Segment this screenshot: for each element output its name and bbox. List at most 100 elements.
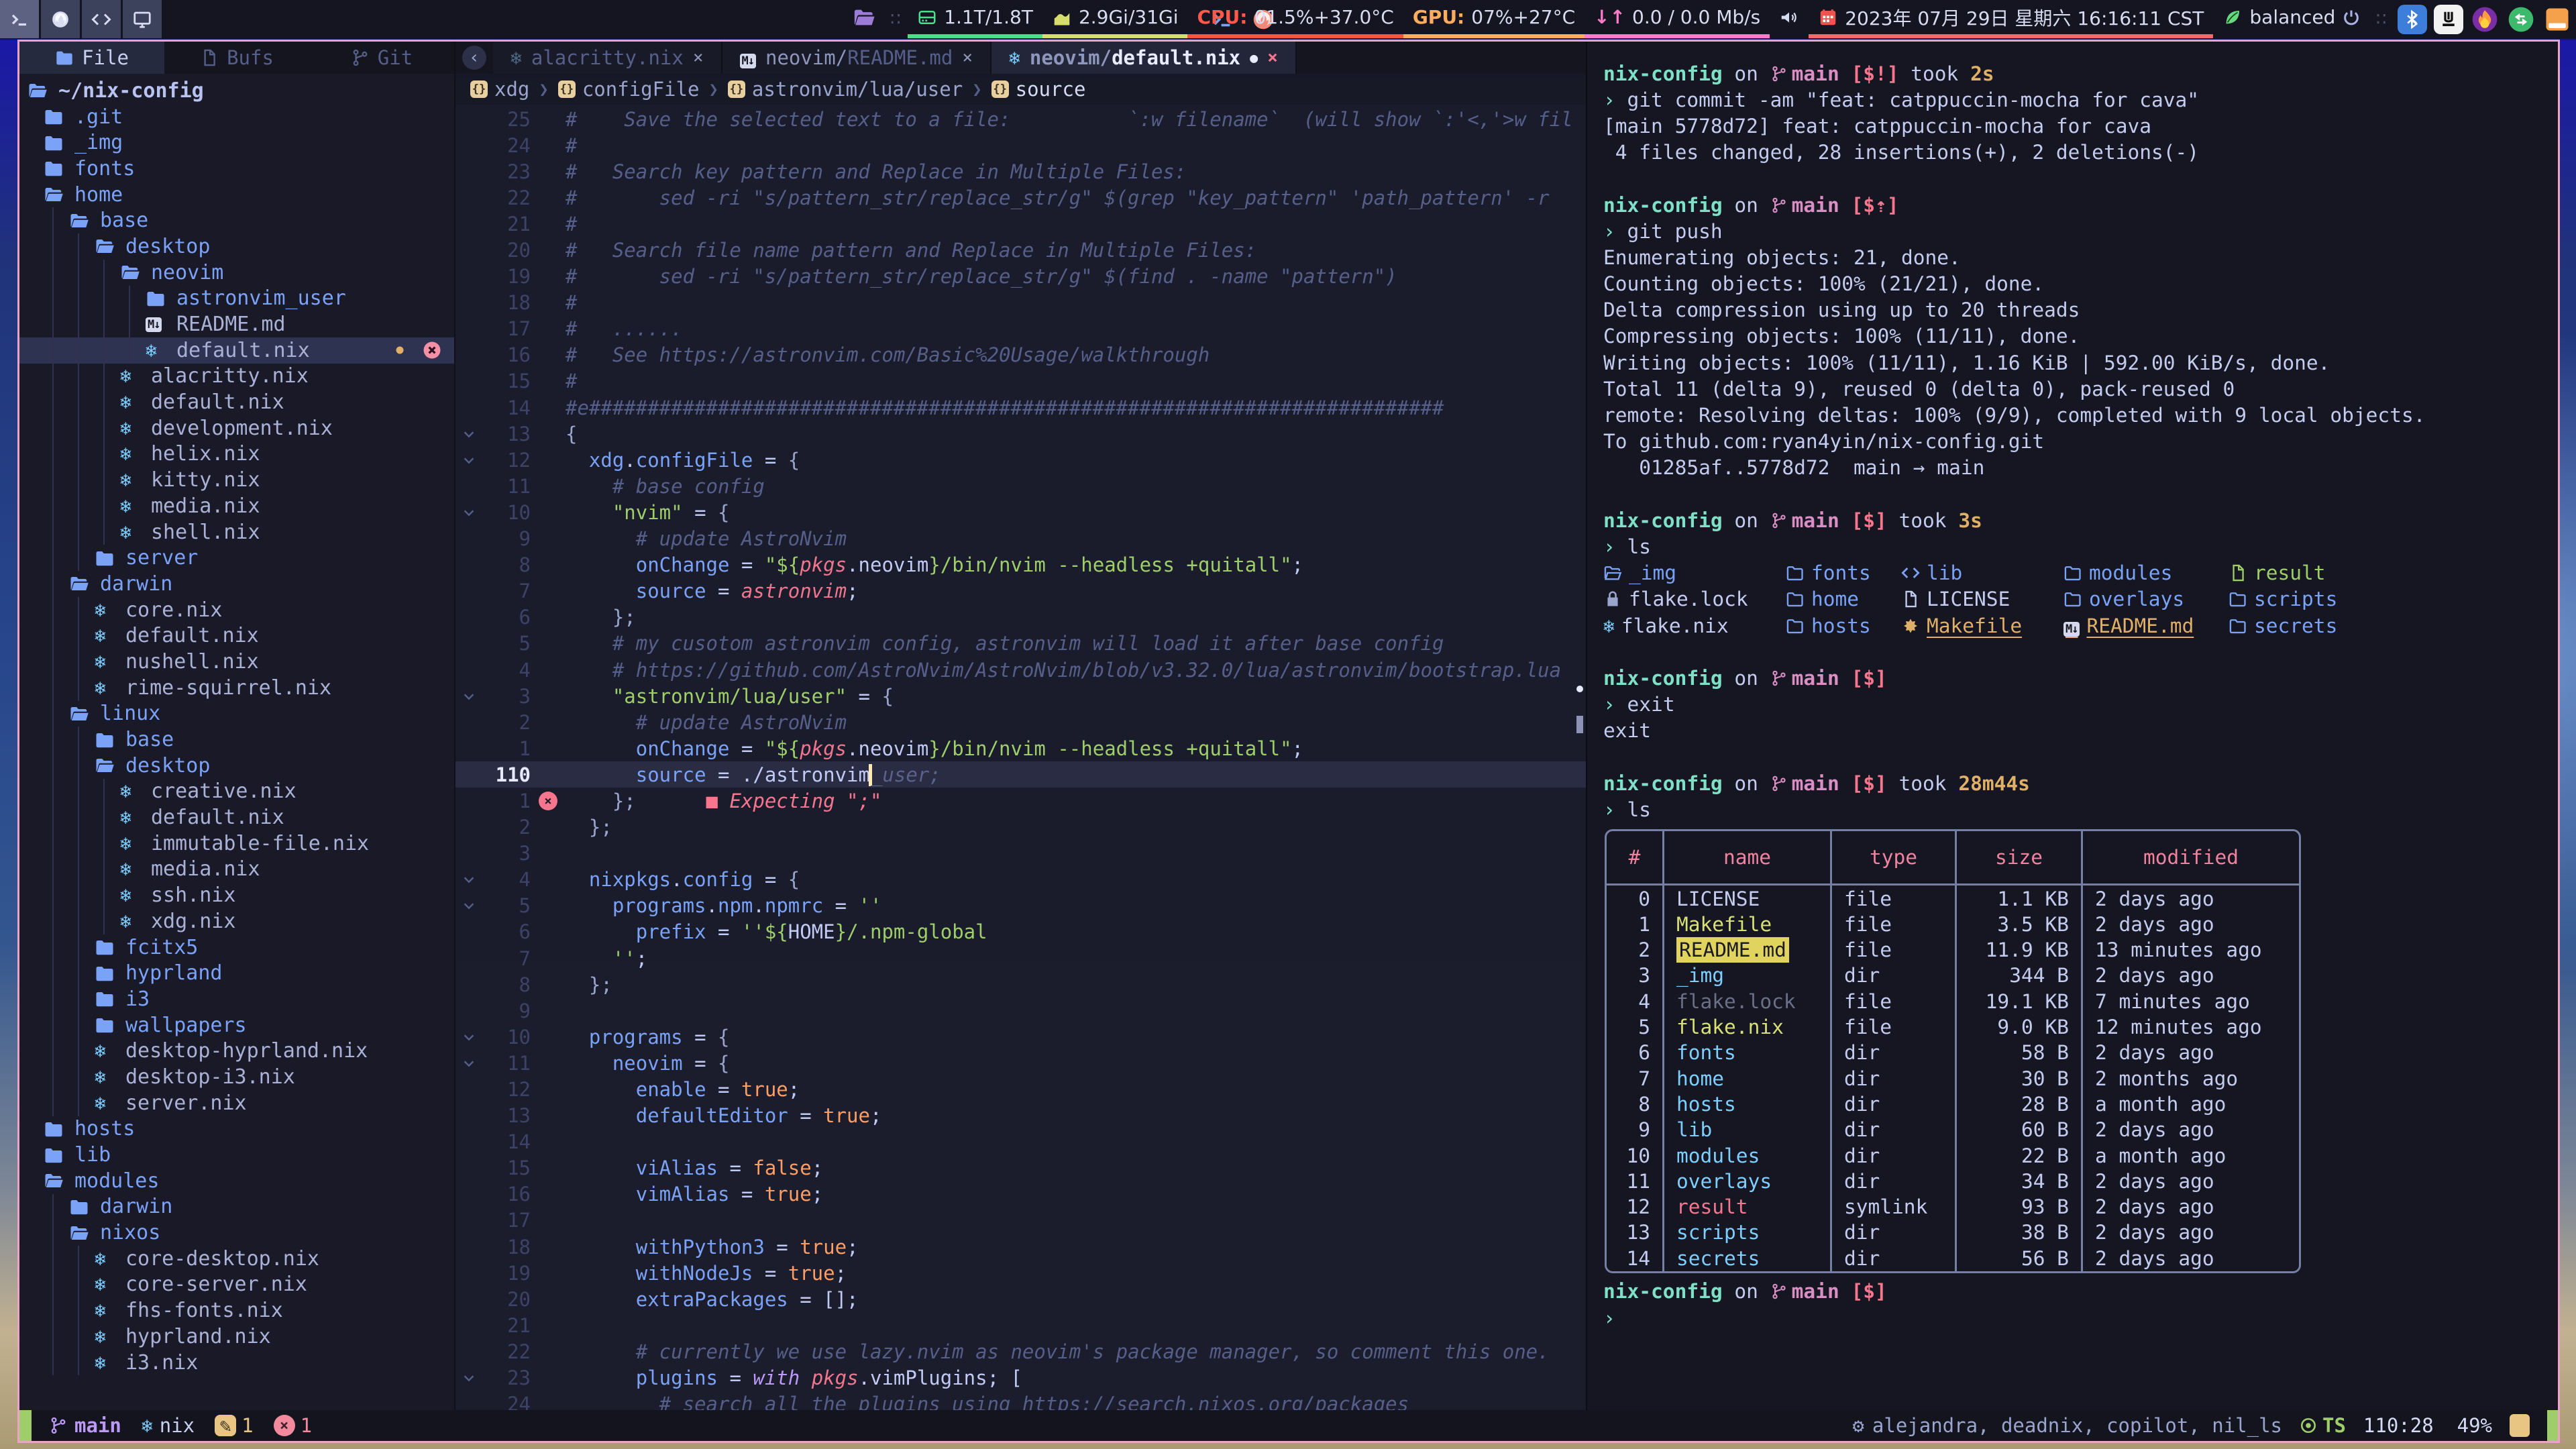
buffer-tab-alacritty.nix[interactable]: ❄alacritty.nix×	[493, 42, 722, 74]
tree-item-default.nix[interactable]: ❄default.nix	[19, 337, 454, 364]
volume-module[interactable]	[1770, 0, 1809, 38]
editor-line[interactable]: 6 };	[455, 604, 1586, 631]
power-profile-module[interactable]: balanced	[2213, 0, 2370, 38]
editor-line[interactable]: 22 # currently we use lazy.nvim as neovi…	[455, 1338, 1586, 1364]
tree-item-desktop[interactable]: desktop	[19, 753, 454, 779]
tree-item-server.nix[interactable]: ❄server.nix	[19, 1090, 454, 1116]
tree-item-modules[interactable]: modules	[19, 1168, 454, 1194]
workspace-button-firefox[interactable]	[41, 0, 80, 38]
tree-item-desktop-i3.nix[interactable]: ❄desktop-i3.nix	[19, 1064, 454, 1090]
drive-icon[interactable]	[2542, 5, 2572, 34]
tree-item-hosts[interactable]: hosts	[19, 1116, 454, 1142]
tree-item-home[interactable]: home	[19, 182, 454, 208]
fold-icon[interactable]	[455, 1371, 482, 1385]
editor-line[interactable]: 14	[455, 1129, 1586, 1155]
tree-item-darwin[interactable]: darwin	[19, 571, 454, 597]
tree-item-server[interactable]: server	[19, 545, 454, 571]
tree-item-fcitx5[interactable]: fcitx5	[19, 934, 454, 961]
editor-line[interactable]: 16 vimAlias = true;	[455, 1181, 1586, 1208]
fold-icon[interactable]	[455, 872, 482, 887]
tree-item-media.nix[interactable]: ❄media.nix	[19, 493, 454, 519]
tree-item-core-desktop.nix[interactable]: ❄core-desktop.nix	[19, 1246, 454, 1272]
editor-line[interactable]: 1× }; ■ Expecting ";"	[455, 788, 1586, 814]
workspace-button-code[interactable]	[82, 0, 121, 38]
editor-line[interactable]: 16# See https://astronvim.com/Basic%20Us…	[455, 342, 1586, 368]
tabline-back-button[interactable]: ‹	[455, 42, 493, 74]
cpu-module[interactable]: CPU: 01.5%+37.0°C	[1187, 0, 1403, 38]
tree-item-default.nix[interactable]: ❄default.nix	[19, 389, 454, 415]
tree-item-core.nix[interactable]: ❄core.nix	[19, 597, 454, 623]
tree-item-nushell.nix[interactable]: ❄nushell.nix	[19, 649, 454, 675]
tree-item-i3.nix[interactable]: ❄i3.nix	[19, 1350, 454, 1376]
editor-line[interactable]: 2 };	[455, 814, 1586, 841]
tree-item-media.nix[interactable]: ❄media.nix	[19, 857, 454, 883]
tree-item-linux[interactable]: linux	[19, 701, 454, 727]
editor-line[interactable]: 23# Search key pattern and Replace in Mu…	[455, 158, 1586, 184]
editor-line[interactable]: 15#	[455, 368, 1586, 394]
editor-line[interactable]: 17	[455, 1208, 1586, 1234]
editor-line[interactable]: 11 # base config	[455, 473, 1586, 499]
memory-module[interactable]: 2.9Gi/31Gi	[1042, 0, 1188, 38]
close-icon[interactable]: ×	[962, 48, 973, 68]
editor-line[interactable]: 8 };	[455, 971, 1586, 998]
firefox-nightly-icon[interactable]	[2470, 5, 2500, 34]
fold-icon[interactable]	[455, 505, 482, 520]
tree-item-immutable-file.nix[interactable]: ❄immutable-file.nix	[19, 830, 454, 857]
buffer-tab-default.nix[interactable]: ❄neovim/default.nix●×	[991, 42, 1297, 74]
breadcrumb-item[interactable]: {}astronvim/lua/user	[728, 78, 963, 101]
editor-line[interactable]: 21#	[455, 211, 1586, 237]
editor-line[interactable]: 10 "nvim" = {	[455, 499, 1586, 525]
editor-line[interactable]: 20 extraPackages = [];	[455, 1286, 1586, 1312]
editor-line[interactable]: 15 viAlias = false;	[455, 1155, 1586, 1181]
tree-item-core-server.nix[interactable]: ❄core-server.nix	[19, 1272, 454, 1298]
tree-root[interactable]: ~/nix-config	[19, 78, 454, 104]
tree-item-creative.nix[interactable]: ❄creative.nix	[19, 779, 454, 805]
tree-item-fonts[interactable]: fonts	[19, 156, 454, 182]
close-icon[interactable]: ×	[693, 48, 704, 68]
tree-item-darwin[interactable]: darwin	[19, 1194, 454, 1220]
tree-item-base[interactable]: base	[19, 207, 454, 233]
editor-line[interactable]: 12 xdg.configFile = {	[455, 447, 1586, 473]
editor-line[interactable]: 8 onChange = "${pkgs.neovim}/bin/nvim --…	[455, 552, 1586, 578]
editor-line[interactable]: 6 prefix = ''${HOME}/.npm-global	[455, 919, 1586, 945]
fold-icon[interactable]	[455, 898, 482, 913]
editor-line[interactable]: 24#	[455, 132, 1586, 158]
files-module[interactable]	[843, 0, 885, 38]
editor-line[interactable]: 5 programs.npm.npmrc = ''	[455, 893, 1586, 919]
clock-module[interactable]: 2023年 07月 29日 星期六 16:16:11 CST	[1809, 0, 2213, 38]
tree-item-rime-squirrel.nix[interactable]: ❄rime-squirrel.nix	[19, 675, 454, 701]
git-branch[interactable]: main	[74, 1414, 121, 1437]
disk-module[interactable]: 1.1T/1.8T	[908, 0, 1042, 38]
fold-icon[interactable]	[455, 689, 482, 704]
editor-line[interactable]: 13{	[455, 421, 1586, 447]
fold-icon[interactable]	[455, 427, 482, 441]
editor-line[interactable]: 23 plugins = with pkgs.vimPlugins; [	[455, 1365, 1586, 1391]
editor-line[interactable]: 9	[455, 998, 1586, 1024]
workspace-button-monitor[interactable]	[123, 0, 162, 38]
tree-item-lib[interactable]: lib	[19, 1142, 454, 1168]
explorer-tab-git[interactable]: Git	[309, 42, 454, 74]
tree-item-development.nix[interactable]: ❄development.nix	[19, 415, 454, 441]
editor-line[interactable]: 22# sed -ri "s/pattern_str/replace_str/g…	[455, 184, 1586, 211]
editor-line[interactable]: 12 enable = true;	[455, 1076, 1586, 1102]
tree-item-desktop[interactable]: desktop	[19, 233, 454, 260]
fold-icon[interactable]	[455, 1056, 482, 1071]
bluetooth-icon[interactable]	[2398, 5, 2427, 34]
tree-item-fhs-fonts.nix[interactable]: ❄fhs-fonts.nix	[19, 1297, 454, 1324]
tree-item-README.md[interactable]: M↓README.md	[19, 311, 454, 337]
buffer-tab-README.md[interactable]: M↓neovim/README.md×	[722, 42, 992, 74]
tree-item-_img[interactable]: _img	[19, 129, 454, 156]
editor-line[interactable]: 13 defaultEditor = true;	[455, 1103, 1586, 1129]
tree-item-default.nix[interactable]: ❄default.nix	[19, 623, 454, 649]
modified-badge[interactable]: ✎1	[215, 1414, 253, 1437]
editor-line[interactable]: 110 source = ./astronvim_user;	[455, 761, 1586, 788]
editor-line[interactable]: 25# Save the selected text to a file: `:…	[455, 106, 1586, 132]
editor-line[interactable]: 7 '';	[455, 945, 1586, 971]
editor-line[interactable]: 9 # update AstroNvim	[455, 526, 1586, 552]
tree-item-wallpapers[interactable]: wallpapers	[19, 1012, 454, 1038]
error-badge[interactable]: ×1	[274, 1414, 312, 1437]
workspace-button-terminal[interactable]	[0, 0, 39, 38]
editor-line[interactable]: 19 withNodeJs = true;	[455, 1260, 1586, 1286]
tree-item-astronvim_user[interactable]: astronvim_user	[19, 286, 454, 312]
tree-item-xdg.nix[interactable]: ❄xdg.nix	[19, 908, 454, 934]
